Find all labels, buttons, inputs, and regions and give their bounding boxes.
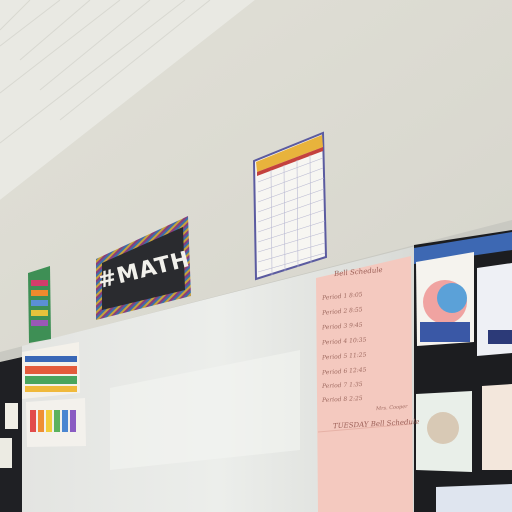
student-portrait-4 xyxy=(482,384,512,470)
student-portrait-5 xyxy=(436,484,512,512)
left-bulletin-board xyxy=(0,357,22,512)
classroom-wall-scene: #MATH Bell Schedule Period 1 8:05 Period… xyxy=(0,0,512,512)
scene-drawing xyxy=(0,0,512,512)
